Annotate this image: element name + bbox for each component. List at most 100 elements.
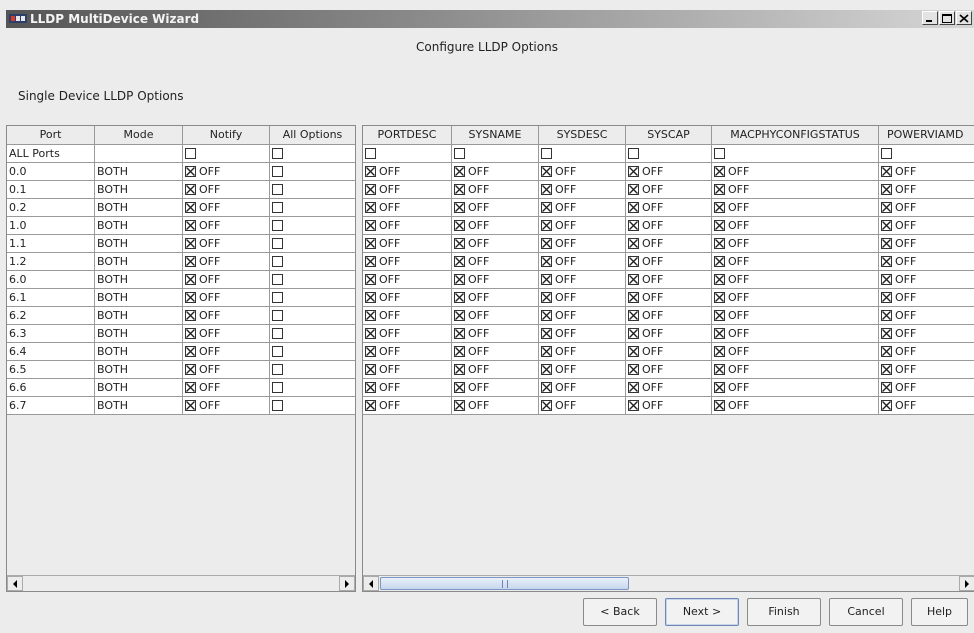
checkbox-checked-icon[interactable] [881, 382, 892, 393]
option-cell[interactable]: OFF [452, 289, 539, 307]
option-cell[interactable]: OFF [452, 271, 539, 289]
mode-cell[interactable]: BOTH [95, 343, 183, 361]
scroll-right-button[interactable] [339, 576, 355, 591]
option-cell[interactable]: OFF [626, 253, 712, 271]
checkbox-checked-icon[interactable] [541, 292, 552, 303]
checkbox-checked-icon[interactable] [881, 364, 892, 375]
checkbox-checked-icon[interactable] [185, 310, 196, 321]
all-options-cell[interactable] [270, 199, 355, 217]
option-cell[interactable]: OFF [363, 379, 452, 397]
checkbox-checked-icon[interactable] [714, 346, 725, 357]
option-cell[interactable]: OFF [452, 343, 539, 361]
checkbox-checked-icon[interactable] [185, 382, 196, 393]
option-cell[interactable]: OFF [363, 271, 452, 289]
option-cell[interactable]: OFF [879, 379, 974, 397]
mode-cell[interactable]: BOTH [95, 379, 183, 397]
checkbox-unchecked-icon[interactable] [272, 166, 283, 177]
checkbox-checked-icon[interactable] [454, 310, 465, 321]
checkbox-checked-icon[interactable] [185, 238, 196, 249]
checkbox-checked-icon[interactable] [628, 328, 639, 339]
checkbox-checked-icon[interactable] [454, 328, 465, 339]
mode-cell[interactable]: BOTH [95, 307, 183, 325]
checkbox-checked-icon[interactable] [454, 238, 465, 249]
checkbox-checked-icon[interactable] [454, 184, 465, 195]
back-button[interactable]: < Back [583, 598, 657, 626]
checkbox-checked-icon[interactable] [185, 364, 196, 375]
checkbox-checked-icon[interactable] [185, 184, 196, 195]
option-cell[interactable]: OFF [879, 397, 974, 415]
checkbox-checked-icon[interactable] [714, 274, 725, 285]
checkbox-checked-icon[interactable] [454, 220, 465, 231]
option-cell[interactable]: OFF [712, 199, 879, 217]
checkbox-checked-icon[interactable] [881, 184, 892, 195]
scroll-left-button[interactable] [7, 576, 23, 591]
option-cell[interactable]: OFF [452, 307, 539, 325]
checkbox-checked-icon[interactable] [714, 238, 725, 249]
checkbox-checked-icon[interactable] [185, 220, 196, 231]
checkbox-checked-icon[interactable] [714, 382, 725, 393]
notify-cell[interactable]: OFF [183, 397, 270, 415]
checkbox-unchecked-icon[interactable] [628, 148, 639, 159]
left-horizontal-scrollbar[interactable] [7, 575, 355, 591]
option-cell[interactable]: OFF [363, 397, 452, 415]
checkbox-checked-icon[interactable] [628, 382, 639, 393]
all-options-cell[interactable] [270, 271, 355, 289]
mode-cell[interactable]: BOTH [95, 397, 183, 415]
option-cell[interactable]: OFF [539, 199, 626, 217]
checkbox-checked-icon[interactable] [714, 328, 725, 339]
notify-cell[interactable]: OFF [183, 271, 270, 289]
checkbox-checked-icon[interactable] [541, 220, 552, 231]
checkbox-checked-icon[interactable] [365, 346, 376, 357]
option-cell[interactable]: OFF [879, 325, 974, 343]
notify-cell[interactable]: OFF [183, 181, 270, 199]
finish-button[interactable]: Finish [747, 598, 821, 626]
option-cell[interactable]: OFF [879, 181, 974, 199]
option-cell[interactable]: OFF [626, 361, 712, 379]
checkbox-unchecked-icon[interactable] [881, 148, 892, 159]
option-cell[interactable]: OFF [626, 181, 712, 199]
option-cell[interactable]: OFF [712, 217, 879, 235]
mode-cell[interactable]: BOTH [95, 217, 183, 235]
checkbox-checked-icon[interactable] [454, 202, 465, 213]
checkbox-unchecked-icon[interactable] [272, 184, 283, 195]
option-cell[interactable]: OFF [539, 289, 626, 307]
option-cell[interactable]: OFF [452, 361, 539, 379]
all-options-cell[interactable] [270, 181, 355, 199]
option-cell[interactable]: OFF [452, 181, 539, 199]
checkbox-checked-icon[interactable] [185, 292, 196, 303]
mode-cell[interactable]: BOTH [95, 271, 183, 289]
option-cell[interactable]: OFF [539, 307, 626, 325]
checkbox-checked-icon[interactable] [454, 364, 465, 375]
checkbox-checked-icon[interactable] [628, 184, 639, 195]
checkbox-checked-icon[interactable] [714, 184, 725, 195]
option-cell[interactable]: OFF [626, 235, 712, 253]
checkbox-checked-icon[interactable] [541, 328, 552, 339]
all-options-cell[interactable] [270, 253, 355, 271]
checkbox-checked-icon[interactable] [185, 328, 196, 339]
option-cell[interactable]: OFF [539, 397, 626, 415]
checkbox-checked-icon[interactable] [365, 382, 376, 393]
option-cell[interactable]: OFF [539, 343, 626, 361]
right-horizontal-scrollbar[interactable] [363, 575, 974, 591]
mode-cell[interactable]: BOTH [95, 163, 183, 181]
option-cell[interactable]: OFF [539, 235, 626, 253]
option-cell[interactable]: OFF [363, 181, 452, 199]
notify-cell[interactable]: OFF [183, 379, 270, 397]
column-header[interactable]: All Options [270, 126, 355, 145]
checkbox-unchecked-icon[interactable] [272, 238, 283, 249]
option-cell[interactable] [626, 145, 712, 163]
option-cell[interactable]: OFF [363, 253, 452, 271]
column-header[interactable]: SYSDESC [539, 126, 626, 145]
mode-cell[interactable]: BOTH [95, 199, 183, 217]
checkbox-checked-icon[interactable] [881, 274, 892, 285]
option-cell[interactable]: OFF [452, 235, 539, 253]
checkbox-checked-icon[interactable] [185, 166, 196, 177]
notify-cell[interactable]: OFF [183, 343, 270, 361]
checkbox-unchecked-icon[interactable] [272, 328, 283, 339]
option-cell[interactable]: OFF [712, 289, 879, 307]
checkbox-checked-icon[interactable] [881, 220, 892, 231]
option-cell[interactable]: OFF [363, 307, 452, 325]
checkbox-checked-icon[interactable] [365, 310, 376, 321]
option-cell[interactable]: OFF [452, 325, 539, 343]
option-cell[interactable]: OFF [539, 163, 626, 181]
